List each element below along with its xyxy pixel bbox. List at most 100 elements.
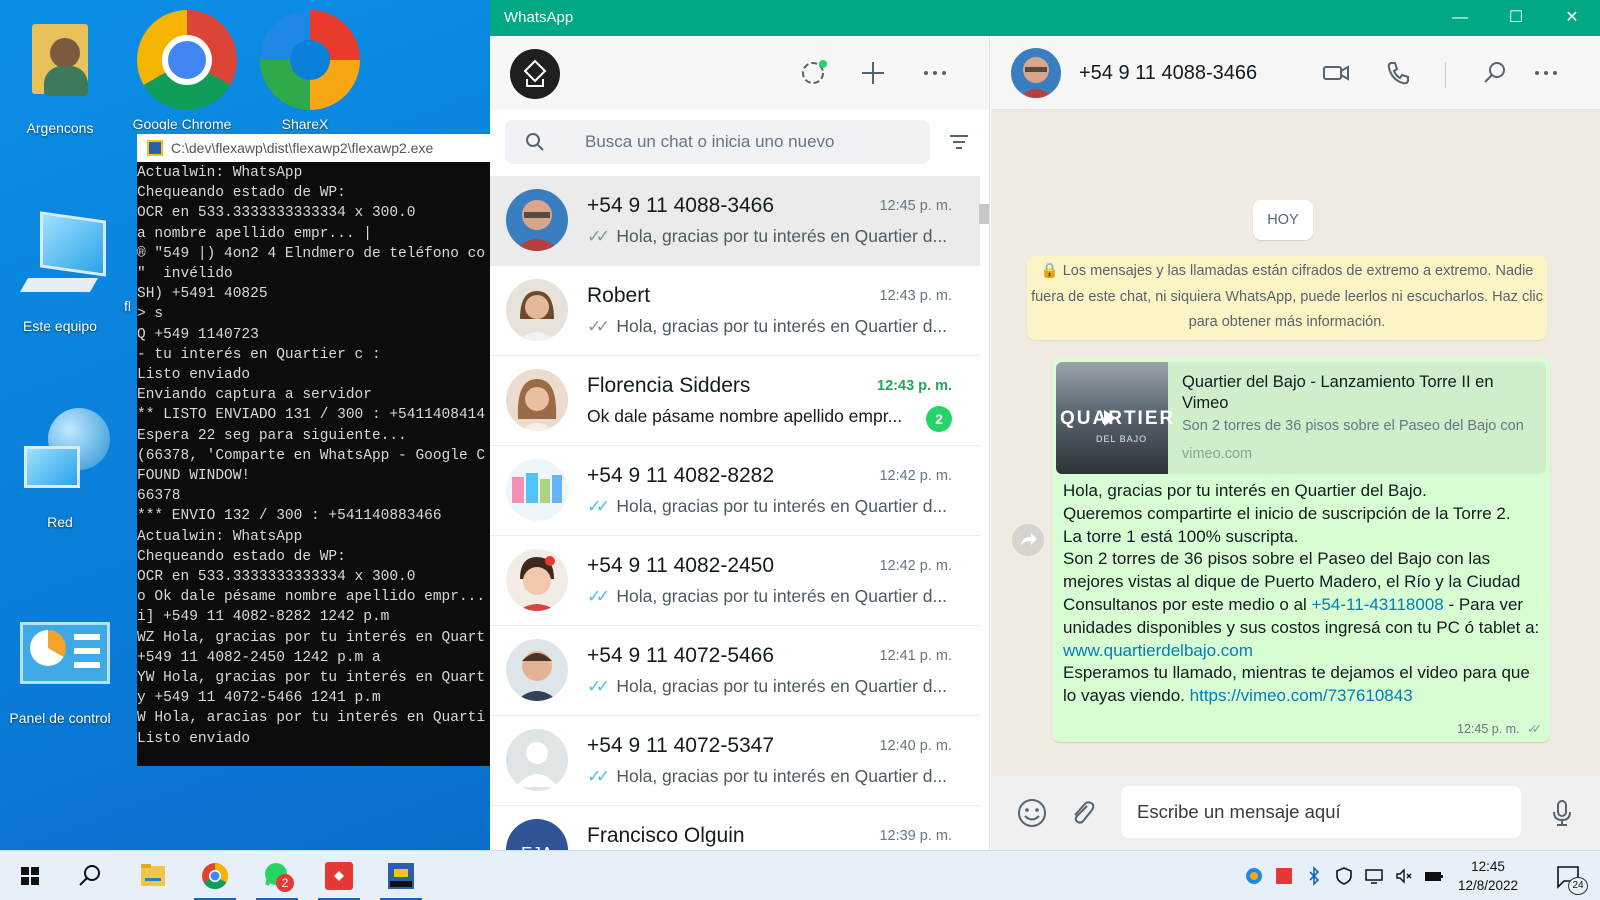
console-line: > s — [137, 306, 164, 323]
whatsapp-titlebar[interactable]: WhatsApp — ☐ ✕ — [490, 0, 1600, 36]
desktop-icon-sharex[interactable]: ShareX — [250, 10, 360, 130]
encryption-text: Los mensajes y las llamadas están cifrad… — [1031, 263, 1543, 330]
chat-preview: ✓✓ Hola, gracias por tu interés en Quarti… — [587, 226, 947, 247]
status-icon[interactable] — [798, 58, 828, 88]
desktop-icon-label: Este equipo — [23, 318, 97, 334]
console-line: ® "549 |) 4on2 4 Elndmero de teléfono co — [137, 245, 486, 262]
filter-icon[interactable] — [947, 130, 971, 154]
desktop-icon-red[interactable]: Red — [5, 408, 115, 530]
battery-icon[interactable] — [1424, 866, 1444, 886]
website-link[interactable]: www.quartierdelbajo.com — [1063, 641, 1253, 660]
search-input[interactable] — [585, 120, 915, 164]
forward-button[interactable] — [1012, 524, 1044, 556]
console-line: WZ Hola, gracias por tu interés en Quart — [137, 629, 486, 646]
anydesk-tray-icon[interactable] — [1274, 866, 1294, 886]
desktop-icon-argencons[interactable]: Argencons — [5, 14, 115, 136]
chat-list-item[interactable]: FJA Francisco Olguin 12:39 p. m. — [490, 806, 980, 850]
system-clock[interactable]: 12:45 12/8/2022 — [1448, 857, 1528, 895]
menu-dots-icon[interactable] — [1531, 58, 1561, 88]
emoji-icon[interactable] — [1015, 796, 1049, 830]
notification-count: 24 — [1568, 877, 1588, 895]
voice-call-icon[interactable] — [1383, 58, 1413, 88]
new-chat-plus-icon[interactable] — [858, 58, 888, 88]
taskbar-anydesk[interactable] — [314, 851, 364, 900]
console-line: " invélido — [137, 266, 233, 283]
bluetooth-icon[interactable] — [1304, 866, 1324, 886]
message-input[interactable] — [1121, 786, 1521, 838]
encryption-notice[interactable]: 🔒 Los mensajes y las llamadas están cifr… — [1027, 256, 1547, 340]
chat-list: +54 9 11 4088-3466 12:45 p. m. ✓✓ Hola, gra… — [490, 176, 980, 850]
profile-avatar[interactable] — [510, 49, 560, 99]
console-line: (66378, 'Comparte en WhatsApp - Google C — [137, 447, 486, 464]
volume-muted-icon[interactable] — [1394, 866, 1414, 886]
outgoing-message[interactable]: QUARTIER DEL BAJO Quartier del Bajo - La… — [1052, 358, 1550, 742]
chat-preview: ✓✓ Hola, gracias por tu interés en Quarti… — [587, 586, 947, 607]
desktop-icon-este-equipo[interactable]: Este equipo — [5, 211, 115, 334]
console-line: a nombre apellido empr... | — [137, 225, 372, 242]
video-link[interactable]: https://vimeo.com/737610843 — [1190, 686, 1413, 705]
chat-preview-text: Hola, gracias por tu interés en Quartier… — [616, 766, 947, 786]
maximize-button[interactable]: ☐ — [1488, 0, 1544, 36]
thumbnail-title: QUARTIER — [1060, 408, 1176, 429]
chat-list-item[interactable]: +54 9 11 4082-8282 12:42 p. m. ✓✓ Hola, gra… — [490, 446, 980, 536]
chat-time: 12:42 p. m. — [879, 468, 952, 484]
console-window[interactable]: C:\dev\flexawp\dist\flexawp2\flexawp2.ex… — [137, 134, 490, 766]
console-line: y +549 11 4072-5466 1241 p.m — [137, 690, 381, 707]
date-chip: HOY — [1253, 200, 1313, 240]
chat-name: +54 9 11 4082-8282 — [587, 464, 775, 487]
video-thumbnail[interactable]: QUARTIER DEL BAJO — [1056, 362, 1173, 474]
link-title: Quartier del Bajo - Lanzamiento Torre II… — [1182, 373, 1494, 412]
console-line: o Ok dale pésame nombre apellido empr... — [137, 589, 486, 606]
chat-avatar — [506, 279, 568, 341]
taskbar-search-button[interactable] — [65, 851, 115, 900]
attach-paperclip-icon[interactable] — [1065, 796, 1099, 830]
search-icon[interactable] — [1480, 58, 1510, 88]
console-line: Chequeando estado de WP: — [137, 185, 346, 202]
network-icon[interactable] — [1364, 866, 1384, 886]
anydesk-icon — [325, 862, 353, 890]
play-icon — [1104, 410, 1116, 426]
taskbar-file-explorer[interactable] — [128, 851, 178, 900]
chat-list-scrollbar[interactable] — [979, 204, 989, 224]
contact-avatar[interactable] — [1011, 48, 1061, 98]
taskbar-python-console[interactable] — [376, 851, 426, 900]
forward-arrow-icon — [1021, 533, 1037, 545]
chat-list-item[interactable]: +54 9 11 4072-5466 12:41 p. m. ✓✓ Hola, gra… — [490, 626, 980, 716]
double-check-icon: ✓✓ — [587, 676, 610, 696]
minimize-button[interactable]: — — [1432, 0, 1488, 36]
chat-avatar — [506, 369, 568, 431]
phone-link[interactable]: +54-11-43118008 — [1312, 595, 1444, 614]
chat-list-item[interactable]: +54 9 11 4072-5347 12:40 p. m. ✓✓ Hola, gra… — [490, 716, 980, 806]
console-line: 66378 — [137, 488, 181, 505]
taskbar-chrome[interactable] — [190, 851, 240, 900]
start-button[interactable] — [5, 851, 55, 900]
console-titlebar[interactable]: C:\dev\flexawp\dist\flexawp2\flexawp2.ex… — [137, 134, 490, 162]
desktop-icon-panel-de-control[interactable]: Panel de control — [5, 604, 115, 726]
python-app-icon — [147, 140, 163, 156]
security-shield-icon[interactable] — [1334, 866, 1354, 886]
python-console-icon — [388, 863, 414, 889]
chat-list-item[interactable]: +54 9 11 4082-2450 12:42 p. m. ✓✓ Hola, gra… — [490, 536, 980, 626]
conversation-header[interactable]: +54 9 11 4088-3466 — [991, 36, 1600, 110]
desktop-icon-chrome[interactable]: Google Chrome — [127, 10, 237, 130]
desktop-icon-partial[interactable]: fl — [80, 298, 140, 314]
chat-preview: ✓✓ Hola, gracias por tu interés en Quarti… — [587, 316, 947, 337]
folder-icon — [141, 864, 165, 886]
console-line: ** LISTO ENVIADO 131 / 300 : +5411408414 — [137, 407, 486, 424]
window-title: WhatsApp — [504, 9, 574, 26]
chat-list-item[interactable]: +54 9 11 4088-3466 12:45 p. m. ✓✓ Hola, gra… — [490, 176, 980, 266]
chat-list-item[interactable]: Florencia Sidders 12:43 p. m. Ok dale pása… — [490, 356, 980, 446]
taskbar-whatsapp[interactable]: 2 — [252, 851, 302, 900]
search-box[interactable] — [505, 120, 930, 164]
chat-list-item[interactable]: Robert 12:43 p. m. ✓✓ Hola, gracias por tu … — [490, 266, 980, 356]
sharex-tray-icon[interactable] — [1244, 866, 1264, 886]
link-preview-card[interactable]: QUARTIER DEL BAJO Quartier del Bajo - La… — [1056, 362, 1546, 474]
double-check-icon: ✓✓ — [587, 316, 610, 336]
console-line: OCR en 533.3333333333334 x 300.0 — [137, 569, 416, 586]
menu-dots-icon[interactable] — [920, 58, 950, 88]
chat-preview: ✓✓ Hola, gracias por tu interés en Quarti… — [587, 766, 947, 787]
video-call-icon[interactable] — [1321, 58, 1351, 88]
chat-list-pane: +54 9 11 4088-3466 12:45 p. m. ✓✓ Hola, gra… — [490, 36, 990, 850]
microphone-icon[interactable] — [1545, 796, 1579, 830]
close-button[interactable]: ✕ — [1544, 0, 1600, 36]
